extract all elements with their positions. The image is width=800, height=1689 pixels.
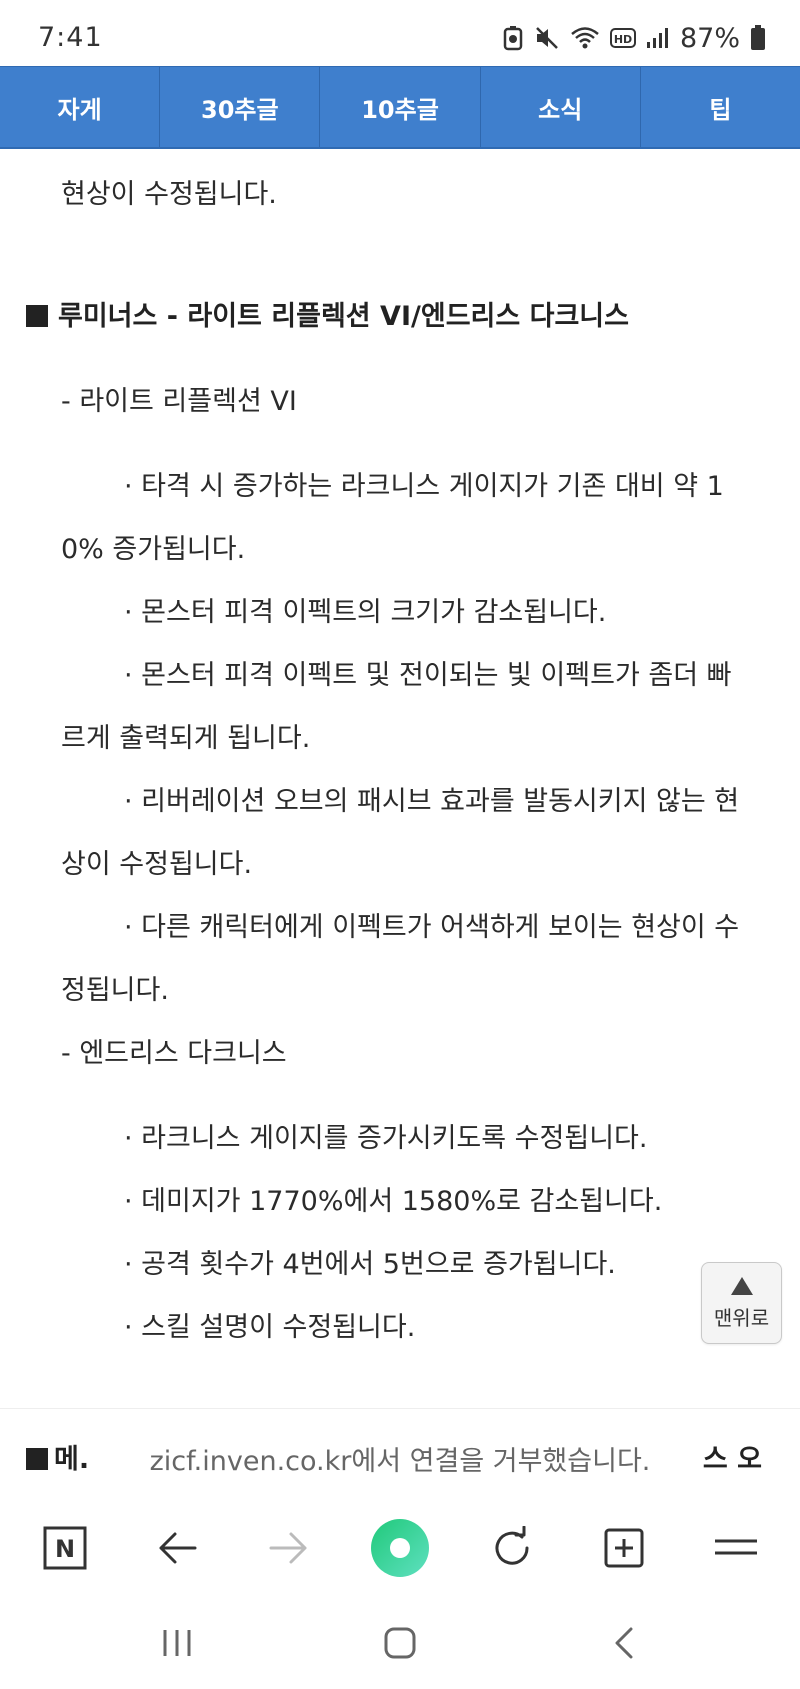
- article-line: · 다른 캐릭터에게 이펙트가 어색하게 보이는 현상이 수: [124, 912, 740, 943]
- tab-30-recommended[interactable]: 30추글: [160, 67, 321, 147]
- article-line: · 몬스터 피격 이펙트 및 전이되는 빛 이펙트가 좀더 빠: [124, 660, 732, 691]
- home-letter: N: [55, 1535, 75, 1563]
- menu-icon: [715, 1539, 757, 1555]
- home-icon: [384, 1627, 416, 1659]
- tab-free-board[interactable]: 자게: [0, 67, 161, 147]
- forward-button[interactable]: [259, 1518, 319, 1578]
- battery-saver-icon: [502, 25, 524, 51]
- green-dot-button[interactable]: [370, 1518, 430, 1578]
- section-heading: 루미너스 - 라이트 리플렉션 VI/엔드리스 다크니스: [26, 300, 629, 334]
- article-line: 0% 증가됩니다.: [61, 534, 246, 565]
- forward-arrow-icon: [269, 1532, 307, 1564]
- hd-voice-icon: HD: [609, 27, 636, 49]
- article-line: 상이 수정됩니다.: [61, 849, 253, 880]
- connection-error-bar: 메. zicf.inven.co.kr에서 연결을 거부했습니다. 스 오: [0, 1408, 800, 1498]
- chevron-left-icon: [615, 1627, 633, 1659]
- top-tab-bar: 자게 30추글 10추글 소식 팁: [0, 66, 800, 149]
- square-bullet-icon: [26, 305, 48, 327]
- article-line: · 라크니스 게이지를 증가시키도록 수정됩니다.: [124, 1123, 648, 1154]
- subsection-title: - 라이트 리플렉션 VI: [61, 386, 297, 417]
- connection-refused-message: zicf.inven.co.kr에서 연결을 거부했습니다.: [149, 1446, 651, 1477]
- status-bar: 7:41 HD 87%: [0, 0, 800, 66]
- tab-news[interactable]: 소식: [481, 67, 641, 147]
- article-line: · 스킬 설명이 수정됩니다.: [124, 1312, 416, 1343]
- subsection-title: - 엔드리스 다크니스: [61, 1038, 287, 1069]
- browser-toolbar: N: [0, 1498, 800, 1598]
- section-heading-text: 루미너스 - 라이트 리플렉션 VI/엔드리스 다크니스: [58, 301, 629, 332]
- reload-button[interactable]: [482, 1518, 542, 1578]
- green-dot-icon: [371, 1519, 429, 1577]
- back-button[interactable]: [147, 1518, 207, 1578]
- new-tab-button[interactable]: [594, 1518, 654, 1578]
- error-bar-right-text: 스 오: [702, 1444, 762, 1475]
- article-line: 르게 출력되게 됩니다.: [61, 723, 311, 754]
- battery-percent: 87%: [679, 22, 740, 54]
- recent-apps-button[interactable]: [147, 1618, 207, 1668]
- reload-icon: [495, 1526, 529, 1565]
- tab-10-recommended[interactable]: 10추글: [320, 67, 481, 147]
- article-line: · 리버레이션 오브의 패시브 효과를 발동시키지 않는 현: [124, 786, 740, 817]
- home-button[interactable]: [370, 1618, 430, 1668]
- article-line: · 몬스터 피격 이펙트의 크기가 감소됩니다.: [124, 597, 607, 628]
- wifi-icon: [570, 25, 600, 51]
- article-content: 현상이 수정됩니다. 루미너스 - 라이트 리플렉션 VI/엔드리스 다크니스 …: [0, 150, 800, 1408]
- status-time: 7:41: [38, 22, 103, 53]
- system-navigation-bar: [0, 1598, 800, 1689]
- status-icons: HD 87%: [502, 22, 766, 54]
- new-tab-icon: [604, 1528, 644, 1568]
- article-line: 정됩니다.: [61, 975, 169, 1006]
- system-back-button[interactable]: [594, 1618, 654, 1668]
- article-line: · 타격 시 증가하는 라크니스 게이지가 기존 대비 약 1: [124, 471, 724, 502]
- article-line: · 공격 횟수가 4번에서 5번으로 증가됩니다.: [124, 1249, 616, 1280]
- naver-home-icon: N: [43, 1526, 87, 1570]
- article-line: · 데미지가 1770%에서 1580%로 감소됩니다.: [124, 1186, 663, 1217]
- article-line: 현상이 수정됩니다.: [61, 179, 277, 210]
- naver-home-button[interactable]: N: [35, 1518, 95, 1578]
- scroll-to-top-button[interactable]: 맨위로: [701, 1262, 782, 1344]
- signal-icon: [646, 26, 670, 50]
- svg-text:HD: HD: [614, 33, 632, 46]
- scroll-to-top-label: 맨위로: [713, 1305, 770, 1330]
- up-triangle-icon: [730, 1276, 753, 1295]
- battery-icon: [750, 25, 766, 51]
- tab-tips[interactable]: 팁: [641, 67, 800, 147]
- menu-button[interactable]: [706, 1518, 766, 1578]
- mute-icon: [534, 25, 560, 51]
- recent-apps-icon: [163, 1630, 191, 1656]
- back-arrow-icon: [159, 1532, 197, 1564]
